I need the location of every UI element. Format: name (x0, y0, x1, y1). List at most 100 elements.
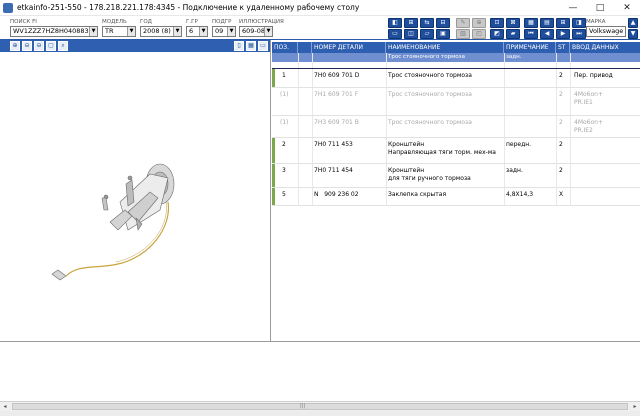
group-field-group: Г.ГР 6 ▼ (186, 18, 208, 37)
chevron-down-icon[interactable]: ▼ (127, 27, 135, 36)
toolbar-button-8[interactable]: ⊠ (506, 18, 520, 28)
view-wide-icon[interactable]: ▭ (258, 41, 268, 51)
scroll-down-button[interactable]: ▼ (628, 29, 638, 39)
horizontal-scrollbar[interactable]: ◂ ||| ▸ (0, 401, 640, 411)
table-row[interactable]: (1) 7H3 609 701 B Трос стояночного тормо… (272, 116, 640, 138)
column-header-part-number[interactable]: НОМЕР ДЕТАЛИ (312, 42, 386, 53)
toolbar-button-20[interactable]: ▰ (506, 29, 520, 39)
toolbar-button-15[interactable]: ▱ (420, 29, 434, 39)
prev-page-button[interactable]: ◀ (540, 29, 554, 39)
magnifier-icon[interactable]: ⌕ (58, 41, 68, 51)
column-header-input[interactable]: ВВОД ДАННЫХ (570, 42, 640, 53)
next-page-button[interactable]: ▶ (556, 29, 570, 39)
grid-group-row: Трос стояночного тормоза задн. (272, 53, 640, 62)
first-page-button[interactable]: ⏮ (524, 29, 538, 39)
chevron-down-icon[interactable]: ▼ (199, 27, 207, 36)
toolbar-button-2[interactable]: ⊞ (404, 18, 418, 28)
table-row[interactable]: 1 7H0 609 701 D Трос стояночного тормоза… (272, 68, 640, 88)
row-st: 2 (559, 91, 563, 98)
chevron-down-icon[interactable]: ▼ (173, 27, 181, 36)
toolbar-button-11[interactable]: ⊞ (556, 18, 570, 28)
maximize-button[interactable]: □ (587, 0, 613, 15)
column-header-name[interactable]: НАИМЕНОВАНИЕ (386, 42, 504, 53)
scroll-left-icon[interactable]: ◂ (0, 402, 10, 411)
last-page-button[interactable]: ⏭ (572, 29, 586, 39)
model-label: МОДЕЛЬ (102, 19, 127, 25)
toolbar-button-9[interactable]: ▦ (524, 18, 538, 28)
row-pos: 1 (282, 72, 286, 79)
toolbar-button-3[interactable]: ⇆ (420, 18, 434, 28)
illustration-select[interactable]: 609-080 ▼ (239, 26, 273, 37)
column-header-pos[interactable]: ПОЗ. (272, 42, 298, 53)
model-select[interactable]: TR ▼ (102, 26, 136, 37)
subgroup-select[interactable]: 09 ▼ (212, 26, 236, 37)
scrollbar-thumb[interactable] (12, 403, 628, 410)
brand-select[interactable]: Volkswage (586, 26, 626, 37)
table-row[interactable]: 3 7H0 711 454 Кронштейн для тяги ручного… (272, 164, 640, 188)
chevron-down-icon[interactable]: ▼ (264, 27, 272, 36)
chevron-down-icon[interactable]: ▼ (227, 27, 235, 36)
row-input: Пер. привод (574, 72, 613, 79)
row-input-line2: PR.IE2 (574, 127, 593, 134)
toolbar-button-12[interactable]: ◨ (572, 18, 586, 28)
toolbar-button-10[interactable]: ▤ (540, 18, 554, 28)
row-pos: 3 (282, 167, 286, 174)
toolbar-button-4[interactable]: ⊟ (436, 18, 450, 28)
row-name: Заклепка скрытая (388, 191, 447, 198)
toolbar-button-7[interactable]: ⊡ (490, 18, 504, 28)
row-input: 4Mo6on+ (574, 119, 603, 126)
toolbar-button-6[interactable]: ⊕ (472, 18, 486, 28)
brand-field-group: МАРКА Volkswage (586, 18, 626, 37)
toolbar-button-17[interactable]: ▥ (456, 29, 470, 39)
row-note: передн. (506, 141, 532, 148)
minimize-button[interactable]: — (560, 0, 586, 15)
vin-input[interactable]: WV1ZZZ7HZ8H040883 ▼ (10, 26, 98, 37)
table-row[interactable]: 5 N 909 236 02 Заклепка скрытая 4,8X14,3… (272, 188, 640, 206)
brand-value: Volkswage (589, 27, 624, 35)
model-field-group: МОДЕЛЬ TR ▼ (102, 18, 136, 37)
scrollbar-grip-icon: ||| (300, 403, 306, 409)
brake-assembly-drawing (51, 163, 175, 281)
toolbar-button-13[interactable]: ▭ (388, 29, 402, 39)
scroll-up-button[interactable]: ▲ (628, 18, 638, 28)
row-st: 2 (559, 167, 563, 174)
close-button[interactable]: ✕ (614, 0, 640, 15)
subgroup-field-group: ПОДГР 09 ▼ (212, 18, 236, 37)
row-marker (272, 69, 275, 88)
zoom-in-icon[interactable]: ⊕ (10, 41, 20, 51)
column-header-st[interactable]: ST (556, 42, 570, 53)
search-toolbar: ПОИСК FI WV1ZZZ7HZ8H040883 ▼ МОДЕЛЬ TR ▼ Г… (0, 16, 640, 40)
toolbar-button-19[interactable]: ◩ (490, 29, 504, 39)
table-row[interactable]: 2 7H0 711 453 Кронштейн Направляющая тяг… (272, 138, 640, 164)
view-single-icon[interactable]: ▯ (234, 41, 244, 51)
row-name: Трос стояночного тормоза (388, 91, 472, 98)
row-input: 4Mo6on+ (574, 91, 603, 98)
toolbar-button-18[interactable]: ◰ (472, 29, 486, 39)
parts-illustration[interactable] (0, 52, 271, 341)
row-name-line2: для тяги ручного тормоза (388, 175, 471, 182)
zoom-reset-icon[interactable]: ⊖ (34, 41, 44, 51)
window-title: etkainfo-251-550 - 178.218.221.178:4345 … (17, 3, 360, 12)
row-part-number: 7H1 609 701 F (314, 91, 359, 98)
row-pos: (1) (280, 119, 289, 126)
subgroup-label: ПОДГР (212, 19, 232, 25)
chevron-down-icon[interactable]: ▼ (89, 27, 97, 36)
row-st: 2 (559, 119, 563, 126)
column-header-note[interactable]: ПРИМЕЧАНИЕ (504, 42, 556, 53)
row-note: 4,8X14,3 (506, 191, 534, 198)
table-row[interactable]: (1) 7H1 609 701 F Трос стояночного тормо… (272, 88, 640, 116)
row-name: Трос стояночного тормоза (388, 119, 472, 126)
row-part-number: 7H0 609 701 D (314, 72, 360, 79)
view-grid-icon[interactable]: ▦ (246, 41, 256, 51)
zoom-out-icon[interactable]: ⊖ (22, 41, 32, 51)
brand-label: МАРКА (586, 19, 606, 25)
toolbar-button-14[interactable]: ◫ (404, 29, 418, 39)
toolbar-button-1[interactable]: ◧ (388, 18, 402, 28)
year-select[interactable]: 2008 (8) ▼ (140, 26, 182, 37)
scroll-right-icon[interactable]: ▸ (630, 402, 640, 411)
toolbar-button-5[interactable]: ✎ (456, 18, 470, 28)
fit-icon[interactable]: ▢ (46, 41, 56, 51)
group-select[interactable]: 6 ▼ (186, 26, 208, 37)
illustration-label: ИЛЛЮСТРАЦИЯ (239, 19, 284, 25)
toolbar-button-16[interactable]: ▣ (436, 29, 450, 39)
